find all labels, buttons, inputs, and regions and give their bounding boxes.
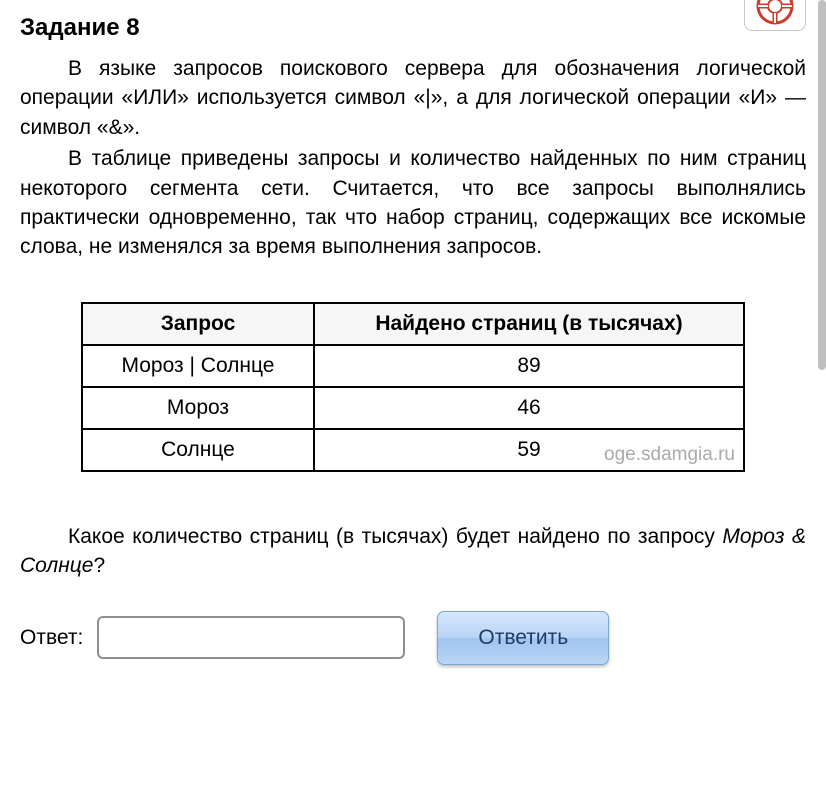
answer-label: Ответ: (20, 626, 83, 650)
table-container: Запрос Найдено страниц (в тысячах) Мороз… (81, 302, 745, 472)
table-cell-value: 46 (314, 387, 744, 429)
answer-input[interactable] (97, 616, 405, 659)
table-row: Мороз | Солнце 89 (82, 345, 744, 387)
help-button[interactable] (744, 0, 806, 31)
table-row: Солнце 59 (82, 429, 744, 471)
table-header-query: Запрос (82, 303, 314, 345)
table-cell-query: Солнце (82, 429, 314, 471)
task-title: Задание 8 (20, 14, 806, 42)
question-text: Какое количество страниц (в тысячах) буд… (20, 522, 806, 581)
paragraph-1: В языке запросов поискового сервера для … (20, 54, 806, 142)
table-cell-value: 89 (314, 345, 744, 387)
question-part1: Какое количество страниц (в тысячах) буд… (68, 525, 722, 548)
table-cell-query: Мороз (82, 387, 314, 429)
paragraph-2: В таблице приведены запросы и количество… (20, 144, 806, 262)
lifebuoy-icon (755, 0, 795, 26)
scrollbar[interactable] (818, 0, 826, 370)
question-end: ? (93, 554, 105, 577)
table-row: Мороз 46 (82, 387, 744, 429)
queries-table: Запрос Найдено страниц (в тысячах) Мороз… (81, 302, 745, 472)
table-header-count: Найдено страниц (в тысячах) (314, 303, 744, 345)
table-cell-query: Мороз | Солнце (82, 345, 314, 387)
table-cell-value: 59 (314, 429, 744, 471)
answer-row: Ответ: Ответить (20, 611, 806, 665)
submit-button[interactable]: Ответить (437, 611, 609, 665)
